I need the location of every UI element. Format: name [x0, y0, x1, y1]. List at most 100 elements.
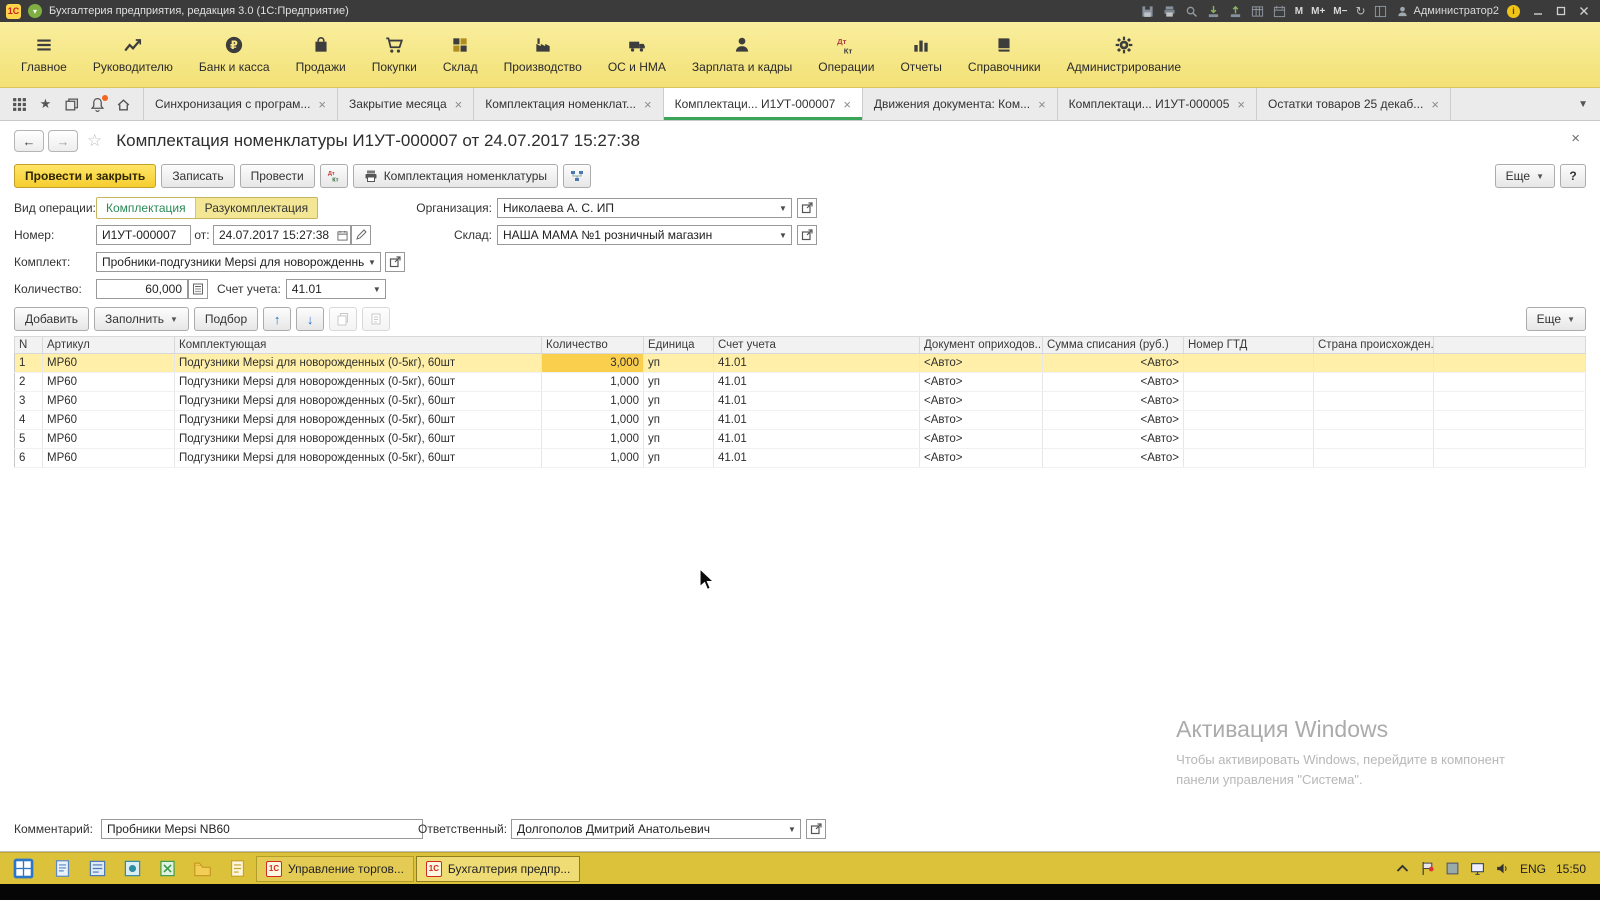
- pick-button[interactable]: Подбор: [194, 307, 258, 331]
- pinned-app-icon-1[interactable]: [45, 853, 79, 884]
- table-cell[interactable]: Подгузники Mepsi для новорожденных (0-5к…: [175, 411, 542, 430]
- ribbon-item-barchart[interactable]: Отчеты: [887, 22, 954, 87]
- tab-close-icon[interactable]: ×: [318, 98, 326, 111]
- write-button[interactable]: Записать: [161, 164, 234, 188]
- add-row-button[interactable]: Добавить: [14, 307, 89, 331]
- table-cell[interactable]: уп: [644, 411, 714, 430]
- tab-4[interactable]: Комплектаци... И1УТ-000007×: [663, 88, 862, 120]
- table-cell[interactable]: <Авто>: [920, 354, 1043, 373]
- tab-close-icon[interactable]: ×: [1431, 98, 1439, 111]
- table-cell[interactable]: MP60: [43, 411, 175, 430]
- ribbon-item-book[interactable]: Справочники: [955, 22, 1054, 87]
- copy-rows-button[interactable]: [329, 307, 357, 331]
- favorite-star-icon[interactable]: ☆: [87, 131, 102, 151]
- table-cell[interactable]: [1314, 430, 1434, 449]
- table-cell[interactable]: MP60: [43, 430, 175, 449]
- memory-mminus-button[interactable]: M−: [1333, 6, 1347, 17]
- table-cell[interactable]: [1314, 411, 1434, 430]
- table-cell[interactable]: [1184, 411, 1314, 430]
- table-cell[interactable]: [1184, 354, 1314, 373]
- chevron-down-icon[interactable]: ▼: [775, 231, 791, 240]
- operation-option-razukomplektacia[interactable]: Разукомплектация: [195, 198, 318, 218]
- column-header[interactable]: Страна происхожден...: [1314, 337, 1434, 354]
- ribbon-item-gear[interactable]: Администрирование: [1054, 22, 1194, 87]
- tab-close-icon[interactable]: ×: [1237, 98, 1245, 111]
- table-cell[interactable]: [1184, 373, 1314, 392]
- tab-close-icon[interactable]: ×: [843, 98, 851, 111]
- document-close-icon[interactable]: ×: [1565, 130, 1586, 147]
- column-header[interactable]: Единица: [644, 337, 714, 354]
- table-cell[interactable]: [1184, 392, 1314, 411]
- table-cell[interactable]: 2: [15, 373, 43, 392]
- print-form-button[interactable]: Комплектация номенклатуры: [353, 164, 558, 188]
- table-cell[interactable]: 1,000: [542, 411, 644, 430]
- tab-close-icon[interactable]: ×: [644, 98, 652, 111]
- info-icon[interactable]: i: [1507, 5, 1520, 18]
- tab-2[interactable]: Закрытие месяца×: [337, 88, 473, 120]
- column-header[interactable]: Количество: [542, 337, 644, 354]
- tray-display-icon[interactable]: [1470, 861, 1485, 876]
- dtkt-button[interactable]: ДтКт: [320, 164, 348, 188]
- chevron-down-icon[interactable]: ▼: [364, 258, 380, 267]
- table-cell[interactable]: 1: [15, 354, 43, 373]
- taskbar-app-button[interactable]: 1СУправление торгов...: [256, 856, 414, 882]
- table-cell[interactable]: 3,000: [542, 354, 644, 373]
- table-cell[interactable]: 1,000: [542, 430, 644, 449]
- table-cell[interactable]: [1184, 430, 1314, 449]
- tray-expand-icon[interactable]: [1395, 861, 1410, 876]
- tray-flag-icon[interactable]: [1420, 861, 1435, 876]
- table-cell[interactable]: 41.01: [714, 411, 920, 430]
- kit-open-button[interactable]: [385, 252, 405, 272]
- quantity-input[interactable]: [96, 279, 188, 299]
- table-cell[interactable]: уп: [644, 449, 714, 468]
- column-header[interactable]: Комплектующая: [175, 337, 542, 354]
- warehouse-combo[interactable]: НАША МАМА №1 розничный магазин ▼: [497, 225, 792, 245]
- home-icon[interactable]: [116, 97, 131, 112]
- refresh-icon[interactable]: ↻: [1355, 5, 1365, 17]
- tab-overflow-button[interactable]: ▼: [1566, 88, 1600, 120]
- table-cell[interactable]: [1314, 449, 1434, 468]
- more-button[interactable]: Еще▼: [1495, 164, 1555, 188]
- table-row[interactable]: 5MP60Подгузники Mepsi для новорожденных …: [15, 430, 1586, 449]
- table-row[interactable]: 1MP60Подгузники Mepsi для новорожденных …: [15, 354, 1586, 373]
- move-up-button[interactable]: ↑: [263, 307, 291, 331]
- table-cell[interactable]: [1314, 373, 1434, 392]
- column-header[interactable]: Номер ГТД: [1184, 337, 1314, 354]
- table-cell[interactable]: 3: [15, 392, 43, 411]
- table-cell[interactable]: 41.01: [714, 449, 920, 468]
- column-header[interactable]: Документ оприходов...: [920, 337, 1043, 354]
- link-icon[interactable]: [1374, 4, 1388, 18]
- table-row[interactable]: 4MP60Подгузники Mepsi для новорожденных …: [15, 411, 1586, 430]
- chevron-down-icon[interactable]: ▼: [775, 204, 791, 213]
- calculator-button[interactable]: [188, 279, 208, 299]
- table-cell[interactable]: уп: [644, 430, 714, 449]
- account-combo[interactable]: 41.01 ▼: [286, 279, 386, 299]
- current-user[interactable]: Администратор2: [1396, 4, 1499, 18]
- ribbon-item-cart[interactable]: Покупки: [359, 22, 430, 87]
- save-icon[interactable]: [1141, 4, 1155, 18]
- table-row[interactable]: 3MP60Подгузники Mepsi для новорожденных …: [15, 392, 1586, 411]
- table-cell[interactable]: Подгузники Mepsi для новорожденных (0-5к…: [175, 373, 542, 392]
- pinned-app-icon-4[interactable]: [150, 853, 184, 884]
- import-icon[interactable]: [1207, 4, 1221, 18]
- favorites-star-icon[interactable]: ★: [38, 97, 53, 112]
- taskbar-app-button[interactable]: 1СБухгалтерия предпр...: [416, 856, 580, 882]
- ribbon-item-menu[interactable]: Главное: [8, 22, 80, 87]
- forward-button[interactable]: →: [48, 130, 78, 152]
- number-input[interactable]: [96, 225, 191, 245]
- table-cell[interactable]: <Авто>: [920, 392, 1043, 411]
- organization-open-button[interactable]: [797, 198, 817, 218]
- tab-6[interactable]: Комплектаци... И1УТ-000005×: [1057, 88, 1256, 120]
- table-cell[interactable]: уп: [644, 392, 714, 411]
- ribbon-item-ruble[interactable]: ₽Банк и касса: [186, 22, 283, 87]
- operation-option-komplektacia[interactable]: Комплектация: [97, 198, 195, 218]
- table-cell[interactable]: [1184, 449, 1314, 468]
- tray-storage-icon[interactable]: [1445, 861, 1460, 876]
- organization-combo[interactable]: Николаева А. С. ИП ▼: [497, 198, 792, 218]
- table-row[interactable]: 2MP60Подгузники Mepsi для новорожденных …: [15, 373, 1586, 392]
- column-header[interactable]: Счет учета: [714, 337, 920, 354]
- table-cell[interactable]: Подгузники Mepsi для новорожденных (0-5к…: [175, 392, 542, 411]
- table-cell[interactable]: <Авто>: [1043, 373, 1184, 392]
- table-cell[interactable]: 6: [15, 449, 43, 468]
- calendar-icon[interactable]: [1273, 4, 1287, 18]
